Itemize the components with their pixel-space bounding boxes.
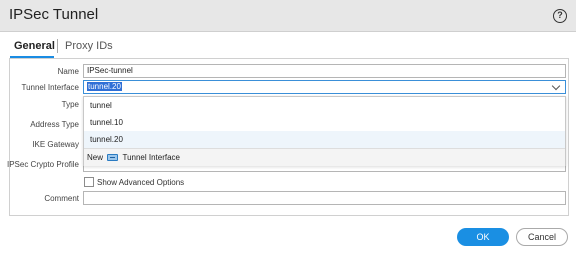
dropdown-option-tunnel[interactable]: tunnel (84, 97, 565, 114)
ipsec-tunnel-dialog: IPSec Tunnel ? General Proxy IDs Name IP… (0, 0, 576, 258)
tab-proxy-ids[interactable]: Proxy IDs (65, 40, 113, 52)
tab-bar: General Proxy IDs (0, 36, 576, 58)
show-advanced-options-label[interactable]: Show Advanced Options (97, 178, 184, 187)
tunnel-interface-dropdown: tunnel tunnel.10 tunnel.20 New Tunnel In… (83, 96, 566, 166)
dialog-title: IPSec Tunnel (9, 6, 99, 23)
tab-divider (57, 39, 58, 53)
tab-general[interactable]: General (14, 40, 55, 52)
ike-gateway-label: IKE Gateway (32, 140, 79, 149)
type-label: Type (61, 100, 79, 109)
new-tunnel-interface-option[interactable]: New Tunnel Interface (84, 148, 565, 166)
comment-label: Comment (44, 194, 79, 203)
tunnel-interface-label: Tunnel Interface (21, 83, 79, 92)
tunnel-interface-selected-value: tunnel.20 (87, 82, 122, 91)
show-advanced-options-checkbox[interactable] (84, 177, 94, 187)
new-tunnel-interface-label: Tunnel Interface (122, 153, 180, 163)
tunnel-interface-select[interactable]: tunnel.20 (83, 80, 566, 94)
dropdown-option-tunnel-10[interactable]: tunnel.10 (84, 114, 565, 131)
name-label: Name (57, 67, 79, 76)
chevron-down-icon[interactable] (551, 81, 561, 91)
ok-button[interactable]: OK (457, 228, 509, 246)
address-type-label: Address Type (30, 120, 79, 129)
comment-input[interactable] (83, 191, 566, 205)
new-prefix-label: New (87, 153, 104, 163)
dropdown-option-tunnel-20[interactable]: tunnel.20 (84, 131, 565, 148)
dialog-titlebar: IPSec Tunnel ? (0, 0, 576, 32)
name-input[interactable]: IPSec-tunnel (83, 64, 566, 78)
cancel-button[interactable]: Cancel (516, 228, 568, 246)
ipsec-crypto-profile-label: IPSec Crypto Profile (6, 160, 79, 169)
tunnel-interface-icon (107, 154, 119, 162)
help-icon[interactable]: ? (553, 9, 567, 23)
